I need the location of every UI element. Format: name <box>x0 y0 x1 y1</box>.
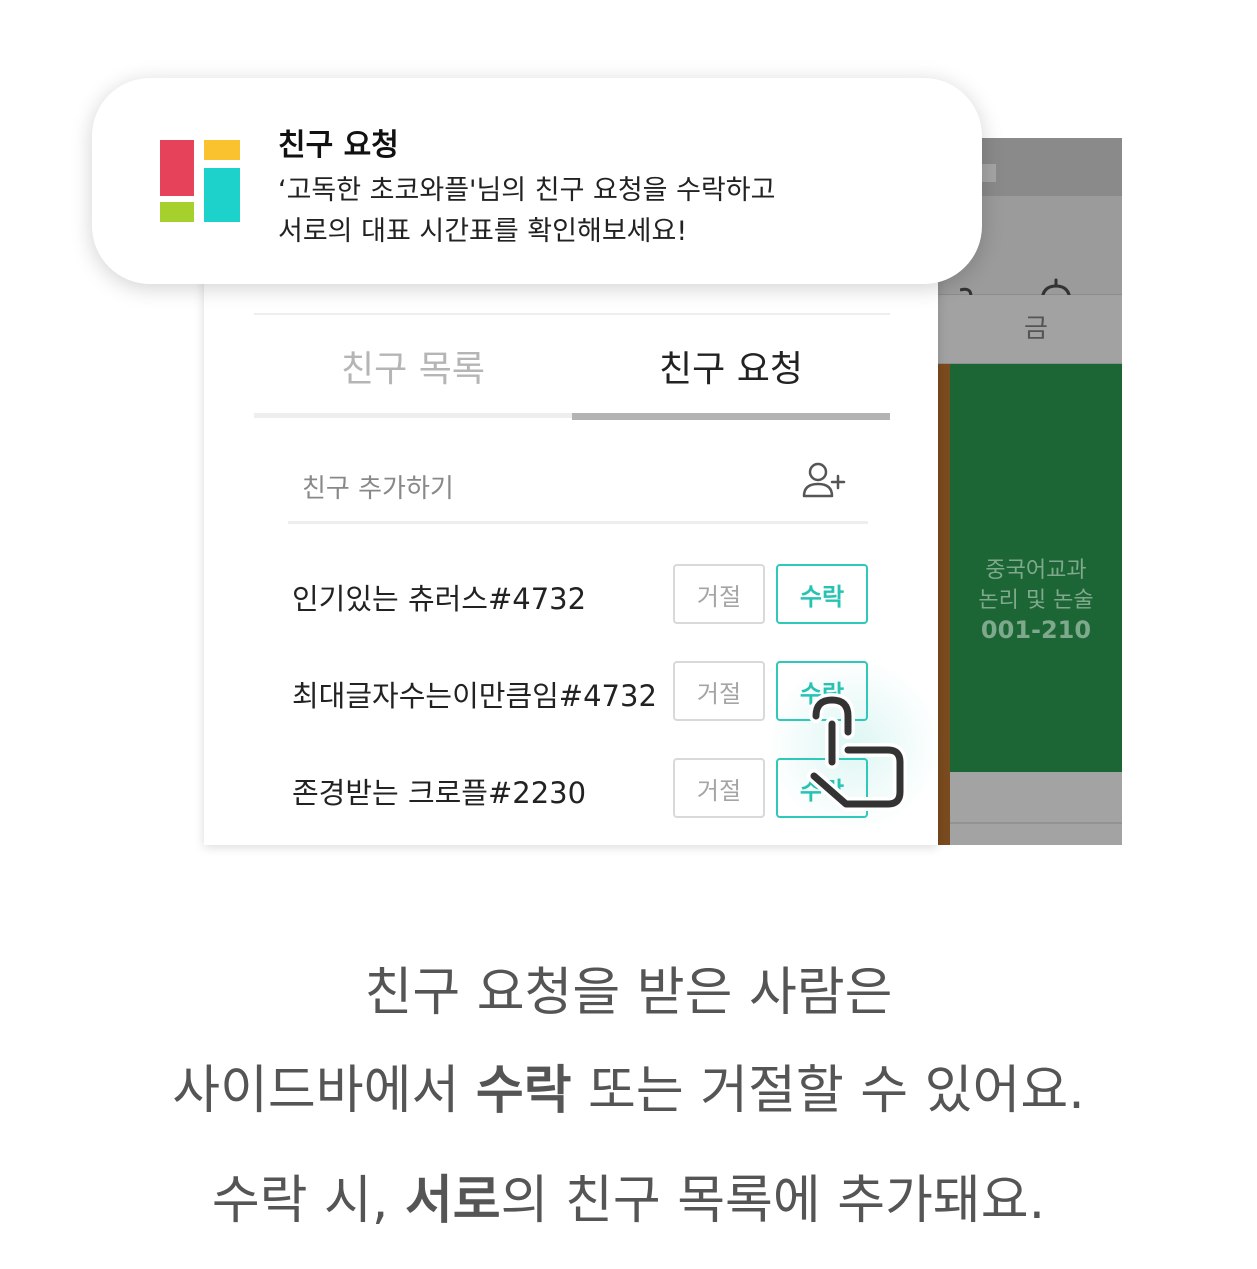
timetable-divider <box>938 364 950 845</box>
notification-message-line2: 서로의 대표 시간표를 확인해보세요! <box>278 216 688 247</box>
notification-title: 친구 요청 <box>278 128 399 163</box>
course-room: 001-210 <box>980 616 1092 644</box>
caption-text: 의 친구 목록에 추가돼요. <box>500 1171 1046 1231</box>
caption-text: 수락 시, <box>211 1171 405 1231</box>
request-name: 최대글자수는이만큼임#4732 <box>292 679 657 713</box>
add-user-icon[interactable] <box>802 460 848 504</box>
tap-hand-icon <box>807 693 907 811</box>
day-header-row: 금 <box>938 295 1122 365</box>
friend-request-row: 인기있는 츄러스#4732 거절 수락 <box>204 564 938 628</box>
caption-line1: 친구 요청을 받은 사람은 <box>0 950 1257 1025</box>
app-logo-icon <box>160 140 240 222</box>
caption-line3: 수락 시, 서로의 친구 목록에 추가돼요. <box>0 1158 1257 1233</box>
caption-text: 또는 거절할 수 있어요. <box>571 1061 1085 1121</box>
reject-button[interactable]: 거절 <box>673 564 765 624</box>
accept-button[interactable]: 수락 <box>776 564 868 624</box>
caption-text: 친구 요청을 받은 사람은 <box>364 963 893 1023</box>
caption-text: 사이드바에서 <box>172 1061 476 1121</box>
tab-friend-requests[interactable]: 친구 요청 <box>572 340 890 392</box>
tab-active-indicator <box>572 413 890 420</box>
notification-message-line1: ‘고독한 초코와플'님의 친구 요청을 수락하고 <box>278 175 776 206</box>
tab-friend-list[interactable]: 친구 목록 <box>254 340 572 392</box>
caption-bold-text: 수락 <box>475 1061 572 1121</box>
caption-bold-text: 서로 <box>404 1171 501 1231</box>
reject-button[interactable]: 거절 <box>673 661 765 721</box>
request-name: 인기있는 츄러스#4732 <box>292 582 587 616</box>
add-friend-input[interactable]: 친구 추가하기 <box>302 468 454 505</box>
timetable-course-cell[interactable]: 중국어교과 논리 및 논술 001-210 <box>950 364 1122 772</box>
notification-toast[interactable]: 친구 요청 ‘고독한 초코와플'님의 친구 요청을 수락하고 서로의 대표 시간… <box>92 78 982 284</box>
day-label: 금 <box>1024 314 1048 344</box>
caption-line2: 사이드바에서 수락 또는 거절할 수 있어요. <box>0 1048 1257 1123</box>
course-name-line1: 중국어교과 <box>985 558 1087 583</box>
timetable-empty-cell <box>950 772 1122 845</box>
course-name-line2: 논리 및 논술 <box>978 588 1094 613</box>
sidebar-divider <box>254 313 890 315</box>
add-friend-underline <box>288 521 868 524</box>
reject-button[interactable]: 거절 <box>673 758 765 818</box>
friends-sidebar: 친구 목록 친구 요청 친구 추가하기 인기있는 츄러스#4732 거절 수락 … <box>204 230 944 845</box>
request-name: 존경받는 크로플#2230 <box>292 776 587 810</box>
tab-track <box>254 413 572 418</box>
